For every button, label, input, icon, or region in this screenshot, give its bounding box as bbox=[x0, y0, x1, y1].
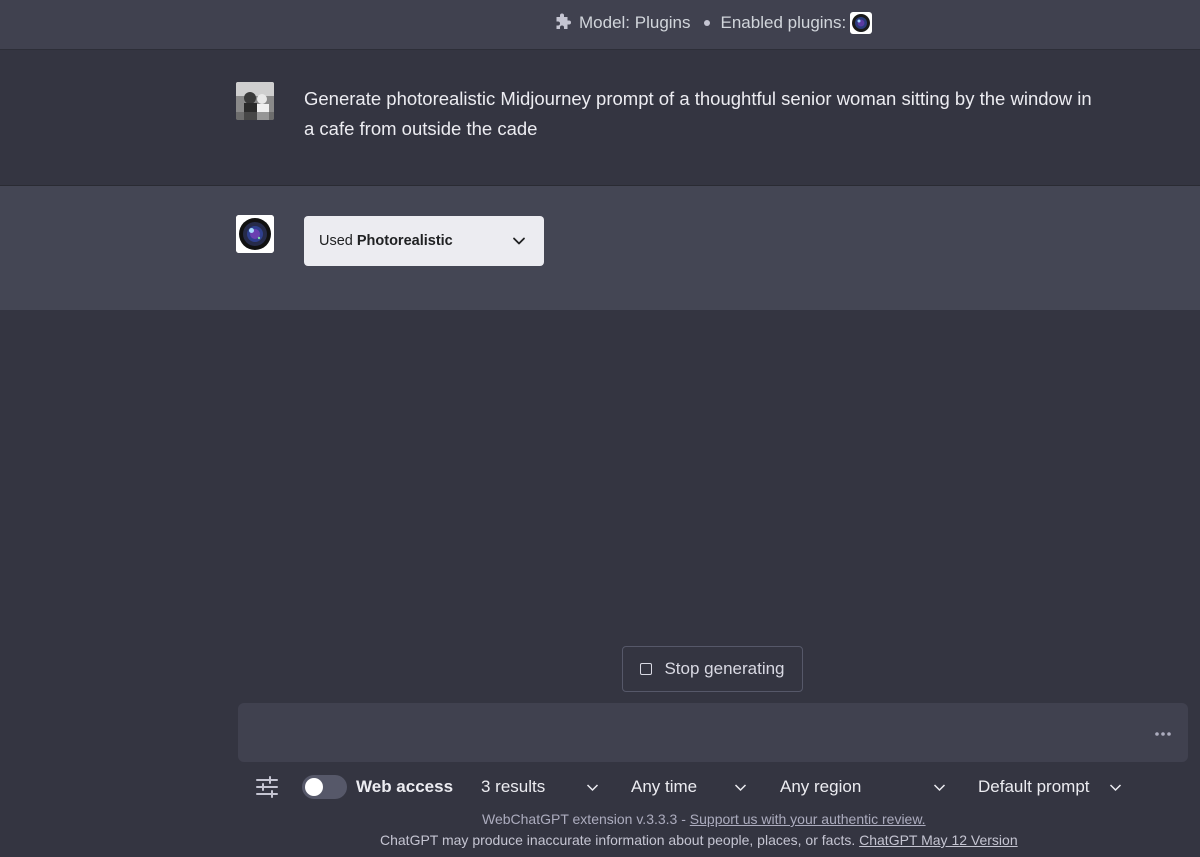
stop-icon bbox=[640, 663, 653, 675]
assistant-message-row: Used Photorealistic bbox=[0, 186, 1200, 310]
chevron-down-icon bbox=[586, 784, 599, 792]
chevron-down-icon bbox=[734, 784, 747, 792]
review-link[interactable]: Support us with your authentic review. bbox=[690, 811, 926, 827]
chevron-down-icon bbox=[1109, 784, 1122, 792]
sliders-icon bbox=[256, 776, 278, 798]
message-composer bbox=[238, 703, 1188, 762]
chevron-down-icon bbox=[933, 784, 946, 792]
chevron-down-icon bbox=[513, 237, 525, 245]
user-message-row: Generate photorealistic Midjourney promp… bbox=[0, 51, 1200, 186]
top-bar: Model: Plugins Enabled plugins: bbox=[0, 0, 1200, 50]
web-access-label: Web access bbox=[356, 777, 454, 796]
extension-footer: WebChatGPT extension v.3.3.3 - Support u… bbox=[482, 811, 926, 827]
version-link[interactable]: ChatGPT May 12 Version bbox=[859, 832, 1017, 848]
user-message-text: Generate photorealistic Midjourney promp… bbox=[304, 88, 1092, 139]
web-access-toggle[interactable] bbox=[302, 775, 347, 799]
model-info: Model: Plugins Enabled plugins: bbox=[553, 12, 873, 34]
plugin-name: Photorealistic bbox=[356, 233, 453, 249]
results-select[interactable]: 3 results bbox=[481, 768, 601, 806]
toggle-knob bbox=[305, 778, 323, 796]
user-photo-icon bbox=[236, 82, 274, 120]
more-dots-icon[interactable] bbox=[1154, 731, 1172, 737]
camera-lens-icon bbox=[236, 215, 274, 253]
puzzle-icon bbox=[556, 13, 571, 29]
message-input[interactable] bbox=[252, 713, 1136, 755]
time-select-value: Any time bbox=[631, 777, 698, 796]
disclaimer-footer: ChatGPT may produce inaccurate informati… bbox=[380, 832, 1018, 848]
plugin-used-dropdown[interactable]: Used Photorealistic bbox=[304, 216, 544, 266]
plugin-used-prefix: Used bbox=[319, 233, 353, 249]
assistant-avatar bbox=[236, 215, 274, 253]
camera-lens-icon[interactable] bbox=[850, 12, 873, 34]
time-select[interactable]: Any time bbox=[631, 768, 749, 806]
prompt-select[interactable]: Default prompt bbox=[978, 768, 1124, 806]
stop-generating-label: Stop generating bbox=[664, 659, 785, 678]
stop-generating-button[interactable]: Stop generating bbox=[622, 646, 803, 692]
region-select-value: Any region bbox=[780, 777, 862, 796]
results-select-value: 3 results bbox=[481, 777, 546, 796]
enabled-plugins-label: Enabled plugins: bbox=[720, 13, 847, 32]
prompt-select-value: Default prompt bbox=[978, 777, 1090, 796]
webchatgpt-toolbar: Web access 3 results Any time Any region… bbox=[0, 768, 1200, 806]
disclaimer-text: ChatGPT may produce inaccurate informati… bbox=[380, 832, 860, 848]
model-label: Model: Plugins bbox=[579, 13, 691, 32]
user-avatar bbox=[236, 82, 274, 120]
region-select[interactable]: Any region bbox=[780, 768, 948, 806]
extension-text: WebChatGPT extension v.3.3.3 - bbox=[482, 811, 690, 827]
separator-dot bbox=[703, 20, 710, 26]
settings-sliders-button[interactable] bbox=[254, 768, 280, 806]
